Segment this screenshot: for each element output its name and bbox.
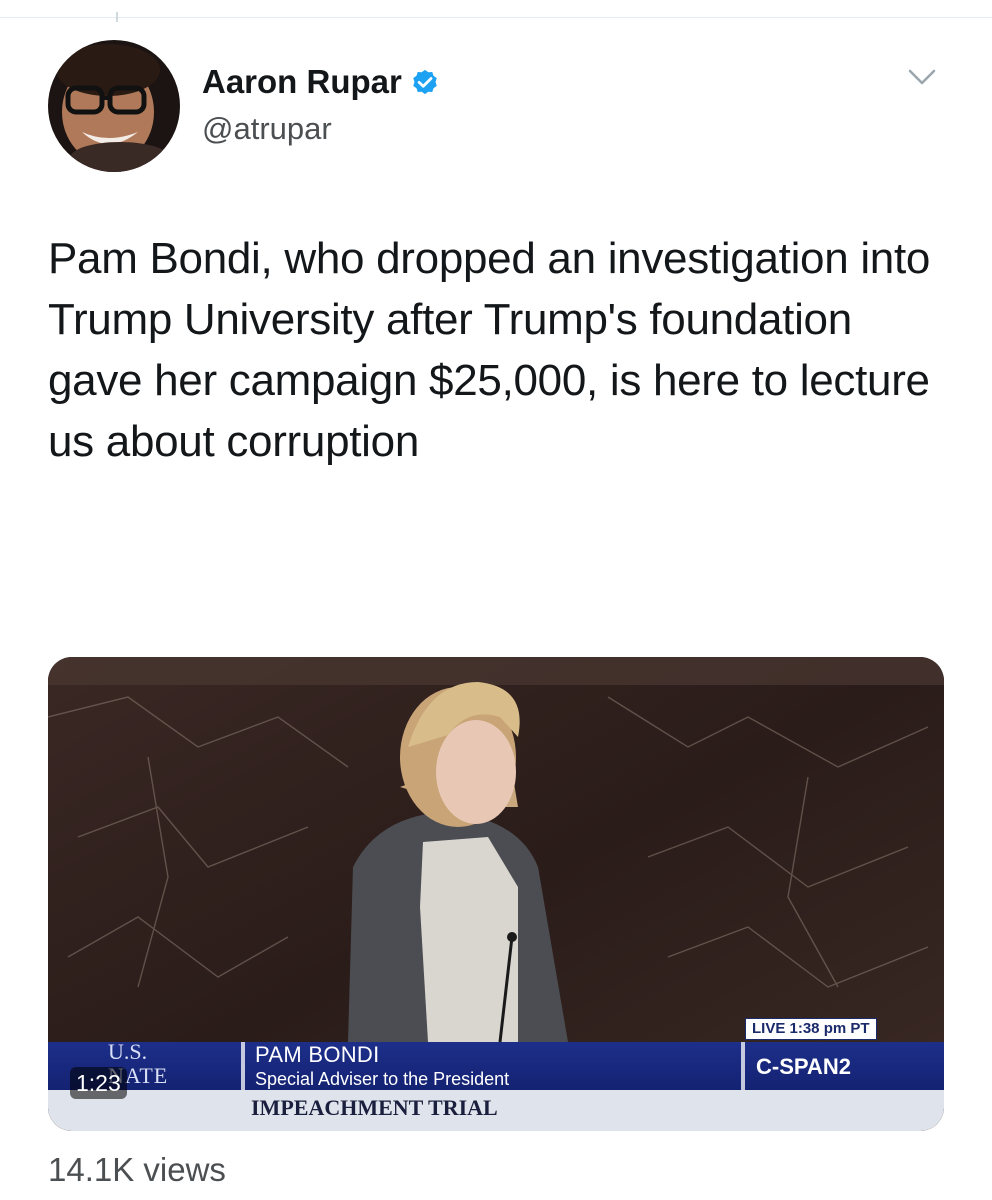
speaker-name: PAM BONDI [255,1042,380,1067]
live-indicator: LIVE 1:38 pm PT [745,1018,877,1040]
speaker-title: Special Adviser to the President [255,1069,510,1089]
verified-badge-icon [410,67,440,97]
network-logo: C-SPAN2 [756,1054,851,1079]
chevron-down-icon[interactable] [904,62,940,90]
author-handle[interactable]: @atrupar [202,110,332,148]
banner-divider [741,1042,745,1090]
tweet-text: Pam Bondi, who dropped an investigation … [48,234,931,466]
program-title: IMPEACHMENT TRIAL [251,1095,498,1120]
thread-line [116,12,118,22]
view-count: 14.1K views [48,1151,226,1188]
banner-divider [241,1042,245,1090]
top-divider [0,17,992,18]
video-timer: 1:23 [70,1067,127,1099]
video-player[interactable]: LIVE 1:38 pm PT U.S. NATE PAM BONDI Spec… [48,657,944,1131]
avatar[interactable] [48,40,180,172]
senate-logo-line1: U.S. [108,1039,148,1064]
author-name-text[interactable]: Aaron Rupar [202,62,402,102]
author-name[interactable]: Aaron Rupar [202,62,440,102]
